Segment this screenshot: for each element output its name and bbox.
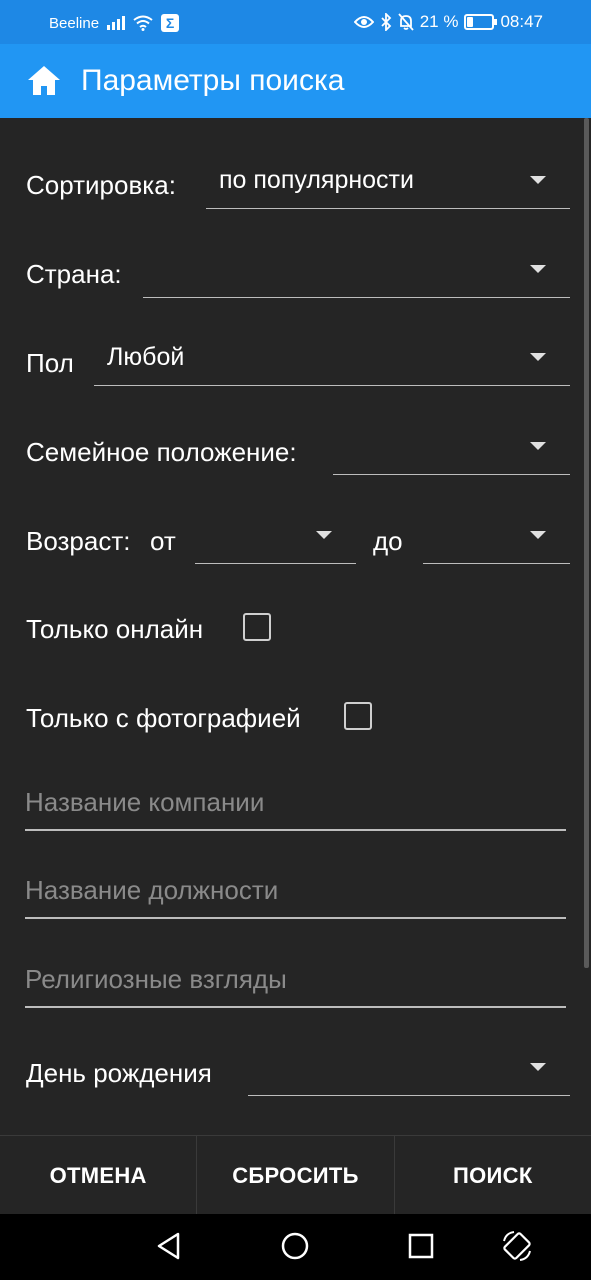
age-from-label: от <box>150 526 176 556</box>
photo-only-label: Только с фотографией <box>26 703 301 733</box>
gender-label: Пол <box>26 348 74 378</box>
sort-row: Сортировка: по популярности <box>0 150 591 220</box>
battery-icon <box>464 14 498 30</box>
birthday-label: День рождения <box>26 1058 212 1088</box>
country-label: Страна: <box>26 259 122 289</box>
chevron-down-icon <box>530 442 546 450</box>
sigma-icon: Σ <box>161 14 180 32</box>
gender-value: Любой <box>107 343 185 371</box>
country-row: Страна: <box>0 240 591 310</box>
birthday-row: День рождения <box>0 1038 591 1108</box>
search-button[interactable]: ПОИСК <box>395 1136 591 1215</box>
status-left: Beeline Σ <box>49 14 180 32</box>
rotate-icon[interactable] <box>500 1229 534 1263</box>
gender-row: Пол Любой <box>0 328 591 398</box>
age-to-dropdown[interactable] <box>423 515 570 564</box>
system-nav-bar <box>0 1214 591 1280</box>
recents-icon[interactable] <box>408 1232 434 1260</box>
photo-only-row: Только с фотографией <box>0 687 591 747</box>
position-field[interactable] <box>25 871 566 919</box>
marital-label: Семейное положение: <box>26 437 297 467</box>
battery-percent: 21 % <box>419 12 459 31</box>
company-field[interactable] <box>25 783 566 831</box>
app-bar: Параметры поиска <box>0 44 591 118</box>
sort-dropdown[interactable]: по популярности <box>206 160 570 209</box>
birthday-dropdown[interactable] <box>248 1047 570 1096</box>
chevron-down-icon <box>316 531 332 539</box>
online-only-row: Только онлайн <box>0 598 591 658</box>
age-row: Возраст: от до <box>0 505 591 575</box>
age-to-label: до <box>373 526 403 556</box>
marital-dropdown[interactable] <box>333 426 570 475</box>
online-only-label: Только онлайн <box>26 614 204 644</box>
signal-icon <box>107 16 126 30</box>
chevron-down-icon <box>530 1063 546 1071</box>
clock: 08:47 <box>500 12 543 31</box>
sort-label: Сортировка: <box>26 170 176 200</box>
status-right: 21 % 08:47 <box>353 12 543 32</box>
wifi-icon <box>133 15 153 31</box>
religion-field[interactable] <box>25 960 566 1008</box>
back-icon[interactable] <box>156 1232 182 1260</box>
age-label: Возраст: <box>26 526 131 556</box>
chevron-down-icon <box>530 531 546 539</box>
gender-dropdown[interactable]: Любой <box>94 337 570 386</box>
page-title: Параметры поиска <box>81 64 345 97</box>
chevron-down-icon <box>530 265 546 273</box>
carrier-name: Beeline <box>49 14 100 32</box>
age-from-dropdown[interactable] <box>195 515 356 564</box>
country-dropdown[interactable] <box>143 249 570 298</box>
sort-value: по популярности <box>219 166 414 194</box>
religion-input[interactable] <box>25 964 566 995</box>
status-bar: Beeline Σ 21 % 08:47 <box>0 0 591 44</box>
home-icon[interactable] <box>26 63 62 99</box>
position-input[interactable] <box>25 875 566 906</box>
home-circle-icon[interactable] <box>281 1232 309 1260</box>
online-only-checkbox[interactable] <box>243 613 271 641</box>
cancel-button[interactable]: ОТМЕНА <box>0 1136 198 1215</box>
chevron-down-icon <box>530 176 546 184</box>
reset-button[interactable]: СБРОСИТЬ <box>197 1136 395 1215</box>
chevron-down-icon <box>530 353 546 361</box>
photo-only-checkbox[interactable] <box>344 702 372 730</box>
marital-row: Семейное положение: <box>0 417 591 487</box>
action-bar: ОТМЕНА СБРОСИТЬ ПОИСК <box>0 1135 591 1215</box>
bell-off-icon <box>398 13 414 31</box>
eye-icon <box>353 16 374 28</box>
company-input[interactable] <box>25 787 566 818</box>
bluetooth-icon <box>381 13 391 31</box>
scrollbar[interactable] <box>584 118 589 968</box>
